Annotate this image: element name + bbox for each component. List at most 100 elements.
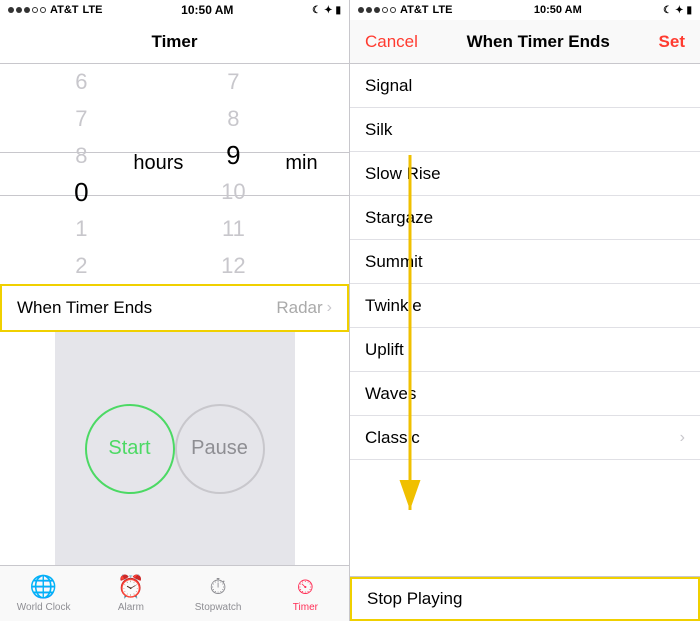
sound-item-silk[interactable]: Silk	[350, 108, 700, 152]
right-panel: AT&T LTE 10:50 AM ☾ ✦ ▮ Cancel When Time…	[350, 0, 700, 621]
status-time-right: 10:50 AM	[534, 4, 582, 16]
alarm-label: Alarm	[118, 602, 144, 613]
status-bar-left: AT&T LTE 10:50 AM ☾ ✦ ▮	[0, 0, 349, 20]
min-item-10: 10	[183, 174, 283, 211]
sound-name-slow-rise: Slow Rise	[365, 164, 441, 184]
sound-item-slow-rise[interactable]: Slow Rise	[350, 152, 700, 196]
right-nav-title: When Timer Ends	[467, 32, 610, 52]
carrier-info: AT&T LTE	[8, 4, 102, 16]
rdot1	[358, 7, 364, 13]
tab-timer[interactable]: ⏲ Timer	[262, 574, 349, 613]
sound-name-waves: Waves	[365, 384, 416, 404]
time-picker[interactable]: 6 7 8 0 1 2 hours 7 8 9 10 11 12 min	[0, 64, 349, 284]
nav-bar-right: Cancel When Timer Ends Set	[350, 20, 700, 64]
classic-chevron: ›	[680, 429, 685, 447]
hours-item-8: 8	[31, 137, 131, 174]
dot5	[40, 7, 46, 13]
network-type-right: LTE	[433, 4, 453, 16]
bluetooth-icon-right: ✦	[675, 5, 683, 16]
hours-column[interactable]: 6 7 8 0 1 2	[31, 64, 131, 284]
rdot3	[374, 7, 380, 13]
tab-world-clock[interactable]: 🌐 World Clock	[0, 574, 87, 613]
world-clock-icon: 🌐	[30, 574, 57, 600]
dot1	[8, 7, 14, 13]
carrier-name-right: AT&T	[400, 4, 429, 16]
picker-columns: 6 7 8 0 1 2 hours 7 8 9 10 11 12 min	[31, 64, 317, 284]
tab-alarm[interactable]: ⏰ Alarm	[87, 574, 174, 613]
rdot2	[366, 7, 372, 13]
sound-item-uplift[interactable]: Uplift	[350, 328, 700, 372]
stop-playing-button[interactable]: Stop Playing	[350, 577, 700, 621]
stop-playing-section: Stop Playing	[350, 576, 700, 621]
signal-dots-right	[358, 7, 396, 13]
minutes-column[interactable]: 7 8 9 10 11 12	[183, 64, 283, 284]
signal-dots	[8, 7, 46, 13]
tab-bar: 🌐 World Clock ⏰ Alarm ⏱ Stopwatch ⏲ Time…	[0, 565, 349, 621]
min-item-7: 7	[183, 64, 283, 101]
network-type: LTE	[83, 4, 103, 16]
left-panel: AT&T LTE 10:50 AM ☾ ✦ ▮ Timer 6 7 8 0 1	[0, 0, 350, 621]
when-timer-chevron: ›	[327, 299, 332, 317]
nav-bar-left: Timer	[0, 20, 349, 64]
min-item-11: 11	[183, 211, 283, 248]
timer-buttons-area: Start Pause	[55, 332, 295, 565]
hours-item-0: 0	[31, 174, 131, 211]
status-icons-left: ☾ ✦ ▮	[312, 5, 341, 16]
battery-icon-right: ▮	[686, 5, 692, 16]
carrier-name: AT&T	[50, 4, 79, 16]
hours-item-7: 7	[31, 101, 131, 138]
status-bar-right: AT&T LTE 10:50 AM ☾ ✦ ▮	[350, 0, 700, 20]
min-item-8: 8	[183, 101, 283, 138]
picker-area[interactable]: 6 7 8 0 1 2 hours 7 8 9 10 11 12 min	[0, 64, 349, 565]
start-button[interactable]: Start	[85, 404, 175, 494]
sound-name-classic: Classic	[365, 428, 420, 448]
sound-name-summit: Summit	[365, 252, 423, 272]
sound-list[interactable]: Signal Silk Slow Rise Stargaze Summit Tw…	[350, 64, 700, 576]
hours-item-6: 6	[31, 64, 131, 101]
battery-icon: ▮	[335, 5, 341, 16]
sound-item-waves[interactable]: Waves	[350, 372, 700, 416]
set-button[interactable]: Set	[659, 32, 685, 52]
moon-icon-right: ☾	[663, 5, 672, 16]
sound-name-uplift: Uplift	[365, 340, 404, 360]
sound-item-twinkle[interactable]: Twinkle	[350, 284, 700, 328]
sound-item-classic[interactable]: Classic ›	[350, 416, 700, 460]
hours-item-1: 1	[31, 211, 131, 248]
dot3	[24, 7, 30, 13]
cancel-button[interactable]: Cancel	[365, 32, 418, 52]
hours-unit: hours	[131, 64, 183, 175]
left-nav-title: Timer	[152, 32, 198, 52]
alarm-icon: ⏰	[117, 574, 144, 600]
bluetooth-icon: ✦	[324, 5, 332, 16]
when-timer-ends-row[interactable]: When Timer Ends Radar ›	[0, 284, 349, 332]
status-icons-right: ☾ ✦ ▮	[663, 5, 692, 16]
min-unit: min	[283, 64, 317, 175]
world-clock-label: World Clock	[17, 602, 71, 613]
sound-name-stargaze: Stargaze	[365, 208, 433, 228]
stop-playing-label: Stop Playing	[367, 589, 462, 609]
stopwatch-label: Stopwatch	[195, 602, 242, 613]
hours-item-2: 2	[31, 247, 131, 284]
sound-item-stargaze[interactable]: Stargaze	[350, 196, 700, 240]
timer-label: Timer	[293, 602, 318, 613]
sound-name-silk: Silk	[365, 120, 392, 140]
sound-item-signal[interactable]: Signal	[350, 64, 700, 108]
dot2	[16, 7, 22, 13]
sound-name-signal: Signal	[365, 76, 412, 96]
pause-button[interactable]: Pause	[175, 404, 265, 494]
tab-stopwatch[interactable]: ⏱ Stopwatch	[175, 574, 262, 613]
when-timer-sound: Radar	[276, 298, 322, 318]
min-item-9: 9	[183, 137, 283, 174]
rdot5	[390, 7, 396, 13]
carrier-info-right: AT&T LTE	[358, 4, 452, 16]
status-time-left: 10:50 AM	[181, 3, 233, 17]
min-item-12: 12	[183, 247, 283, 284]
when-timer-label: When Timer Ends	[17, 298, 152, 318]
stopwatch-icon: ⏱	[210, 574, 227, 600]
sound-item-summit[interactable]: Summit	[350, 240, 700, 284]
moon-icon: ☾	[312, 5, 321, 16]
when-timer-value: Radar ›	[276, 298, 332, 318]
timer-icon: ⏲	[297, 574, 314, 600]
sound-name-twinkle: Twinkle	[365, 296, 422, 316]
dot4	[32, 7, 38, 13]
